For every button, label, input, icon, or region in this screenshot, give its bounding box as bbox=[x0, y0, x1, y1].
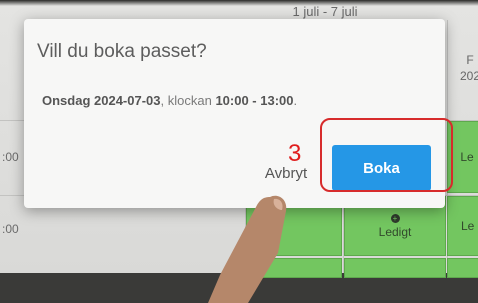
message-end: . bbox=[293, 93, 298, 108]
dialog-title: Vill du boka passet? bbox=[37, 41, 207, 62]
dialog-message: Onsdag 2024-07-03, klockan 10:00 - 13:00… bbox=[42, 93, 297, 108]
step-highlight-box bbox=[320, 118, 453, 192]
time-label: :00 bbox=[2, 222, 19, 236]
slot-label: Le bbox=[461, 219, 475, 233]
device-bezel bbox=[0, 0, 478, 6]
booking-date: Onsdag 2024-07-03 bbox=[42, 93, 161, 108]
day-header-friday: F 202 bbox=[450, 52, 478, 92]
free-slot[interactable] bbox=[447, 258, 478, 278]
booking-time: 10:00 - 13:00 bbox=[215, 93, 294, 108]
slot-label: Le bbox=[460, 150, 474, 164]
plus-circle-icon: + bbox=[390, 213, 400, 223]
message-text: , klockan bbox=[160, 93, 216, 108]
day-header-name: F bbox=[466, 53, 474, 67]
day-header-date: 202 bbox=[459, 69, 478, 83]
free-slot[interactable]: Le bbox=[447, 196, 478, 256]
pointing-finger bbox=[208, 195, 287, 303]
time-label: :00 bbox=[2, 150, 19, 164]
step-number: 3 bbox=[288, 140, 302, 167]
slot-label: Ledigt bbox=[378, 224, 412, 239]
free-slot[interactable] bbox=[344, 258, 446, 278]
